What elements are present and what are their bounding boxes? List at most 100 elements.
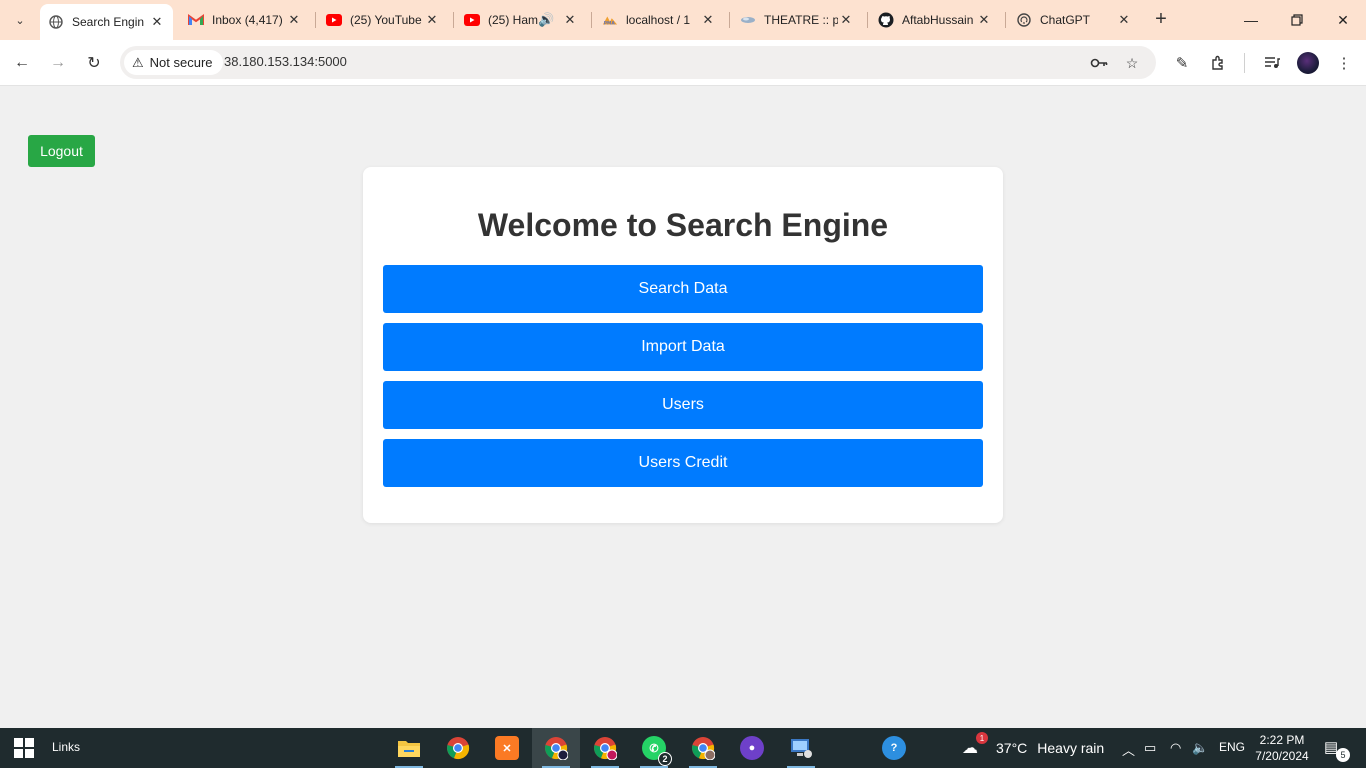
tab-title: Search Engin [72, 15, 145, 29]
taskbar-chrome-profile-3[interactable] [679, 728, 727, 768]
taskbar-file-explorer[interactable] [385, 728, 433, 768]
close-icon[interactable]: ✕ [424, 12, 440, 28]
tab-search-button[interactable]: ⌄ [8, 8, 32, 32]
restore-icon [1291, 14, 1303, 26]
forward-button[interactable]: → [46, 51, 70, 75]
users-credit-button[interactable]: Users Credit [383, 439, 983, 487]
tab-gmail[interactable]: Inbox (4,417) ✕ [180, 6, 310, 34]
tab-youtube[interactable]: (25) YouTube ✕ [318, 6, 448, 34]
tab-search-engine[interactable]: Search Engin ✕ [40, 4, 173, 40]
weather-widget[interactable]: ☁ 1 37°C Heavy rain [962, 732, 1105, 758]
eyedropper-icon[interactable]: ✎ [1170, 51, 1194, 75]
reload-button[interactable]: ↻ [82, 51, 106, 75]
wifi-icon[interactable]: ◠ [1170, 740, 1181, 756]
users-button[interactable]: Users [383, 381, 983, 429]
tab-title: THEATRE :: p [764, 13, 838, 27]
minimize-button[interactable]: — [1228, 0, 1274, 40]
search-data-button[interactable]: Search Data [383, 265, 983, 313]
tab-title: localhost / 1 [626, 13, 691, 27]
whatsapp-icon: ✆ 2 [642, 736, 672, 766]
taskbar-help[interactable]: ? [870, 728, 918, 768]
address-bar[interactable]: ⚠ Not secure 38.180.153.134:5000 ☆ [120, 46, 1156, 79]
weather-condition: Heavy rain [1037, 740, 1105, 756]
password-key-icon[interactable] [1088, 52, 1110, 74]
more-menu-icon[interactable]: ⋮ [1332, 51, 1356, 75]
restore-button[interactable] [1274, 0, 1320, 40]
taskbar-chrome-profile-1[interactable] [532, 728, 580, 768]
windows-start-icon[interactable] [14, 738, 34, 758]
tab-title: (25) YouTube [350, 13, 422, 27]
chevron-up-icon[interactable]: ︿ [1122, 740, 1135, 759]
tab-separator [1005, 12, 1006, 28]
close-icon[interactable]: ✕ [976, 12, 992, 28]
arrow-left-icon: ← [14, 54, 30, 71]
media-queue-icon[interactable] [1260, 51, 1284, 75]
tab-title: (25) Ham [488, 13, 538, 27]
remote-desktop-icon [791, 739, 812, 758]
battery-icon[interactable]: ▭ [1144, 740, 1156, 756]
language-indicator[interactable]: ENG [1219, 740, 1245, 754]
youtube-icon [326, 12, 342, 28]
notification-center[interactable]: ▤ 5 [1324, 738, 1350, 762]
taskbar: Links ✕ ✆ 2 ● ? ☁ 1 37°C Heavy rain ︿ ▭ … [0, 728, 1366, 768]
tab-title: AftabHussain [902, 13, 974, 27]
bookmark-star-icon[interactable]: ☆ [1121, 52, 1143, 74]
weather-alert-badge: 1 [976, 732, 988, 744]
new-tab-button[interactable]: + [1150, 8, 1172, 30]
security-label: Not secure [149, 55, 213, 70]
system-clock[interactable]: 2:22 PM 7/20/2024 [1252, 732, 1312, 764]
tab-separator [591, 12, 592, 28]
youtube-icon [464, 12, 480, 28]
tab-title: ChatGPT [1040, 13, 1091, 27]
close-icon[interactable]: ✕ [838, 12, 854, 28]
taskbar-chrome-profile-2[interactable] [581, 728, 629, 768]
close-icon[interactable]: ✕ [562, 12, 578, 28]
taskbar-whatsapp[interactable]: ✆ 2 [630, 728, 678, 768]
tab-github[interactable]: AftabHussain ✕ [870, 6, 1000, 34]
chrome-icon [692, 737, 715, 760]
close-icon[interactable]: ✕ [149, 14, 165, 30]
speaker-icon[interactable]: 🔊 [538, 12, 554, 28]
links-toolbar[interactable]: Links [52, 740, 80, 754]
import-data-button[interactable]: Import Data [383, 323, 983, 371]
rain-cloud-icon: ☁ 1 [962, 732, 988, 758]
taskbar-github-desktop[interactable]: ● [728, 728, 776, 768]
whatsapp-badge: 2 [658, 752, 672, 766]
security-chip[interactable]: ⚠ Not secure [124, 50, 223, 75]
tab-theatre[interactable]: THEATRE :: p ✕ [732, 6, 862, 34]
taskbar-xampp[interactable]: ✕ [483, 728, 531, 768]
extensions-icon[interactable] [1206, 51, 1230, 75]
tab-title: Inbox (4,417) [212, 13, 283, 27]
close-icon[interactable]: ✕ [700, 12, 716, 28]
back-button[interactable]: ← [10, 51, 34, 75]
close-window-button[interactable]: ✕ [1320, 0, 1366, 40]
browser-toolbar: ← → ↻ ⚠ Not secure 38.180.153.134:5000 ☆… [0, 40, 1366, 86]
tab-phpmyadmin[interactable]: PMA localhost / 1 ✕ [594, 6, 724, 34]
close-icon[interactable]: ✕ [286, 12, 302, 28]
clock-date: 7/20/2024 [1255, 749, 1309, 763]
page-title: Welcome to Search Engine [477, 207, 889, 243]
profile-avatar[interactable] [1297, 52, 1319, 74]
url-text[interactable]: 38.180.153.134:5000 [224, 54, 347, 69]
theatre-icon [740, 12, 756, 28]
logout-button[interactable]: Logout [28, 135, 95, 167]
reload-icon: ↻ [87, 55, 101, 72]
close-icon[interactable]: ✕ [1116, 12, 1132, 28]
tab-strip: ⌄ Search Engin ✕ Inbox (4,417) ✕ (25) Yo… [0, 0, 1366, 40]
tab-separator [729, 12, 730, 28]
taskbar-chrome[interactable] [434, 728, 482, 768]
chrome-icon [447, 737, 470, 760]
tab-chatgpt[interactable]: ChatGPT ✕ [1008, 6, 1140, 34]
weather-temp: 37°C [996, 740, 1028, 756]
chrome-icon [545, 737, 568, 760]
taskbar-remote-desktop[interactable] [777, 728, 825, 768]
svg-text:PMA: PMA [604, 20, 616, 26]
github-desktop-icon: ● [740, 736, 764, 760]
tab-youtube-audio[interactable]: (25) Ham 🔊 ✕ [456, 6, 586, 34]
volume-icon[interactable]: 🔈 [1192, 740, 1208, 756]
phpmyadmin-icon: PMA [602, 12, 618, 28]
xampp-icon: ✕ [495, 736, 519, 760]
warning-icon: ⚠ [132, 54, 144, 70]
close-icon: ✕ [1337, 11, 1349, 28]
clock-time: 2:22 PM [1259, 733, 1305, 747]
